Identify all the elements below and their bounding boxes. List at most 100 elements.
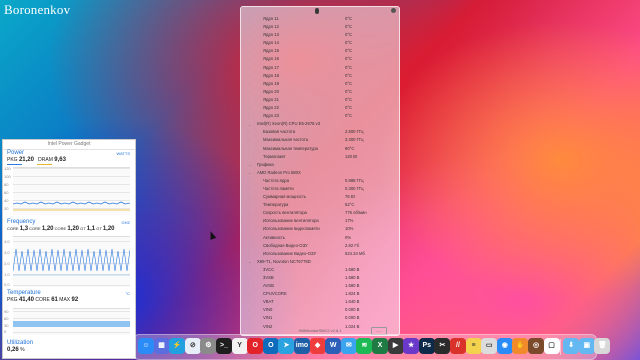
sensor-value: 0°C	[345, 80, 353, 86]
temperature-tick: 30	[4, 323, 9, 328]
any-desk-icon[interactable]: ◆	[309, 338, 326, 354]
wheel-app-icon[interactable]: ◎	[528, 338, 544, 354]
power-tick: 60	[4, 190, 9, 195]
power-tick: 80	[4, 182, 9, 187]
sensor-row[interactable]: · Ядро 14 0°C	[241, 39, 399, 47]
sensor-value: 1.680 В	[345, 275, 360, 280]
sensor-label: 3VCC	[263, 266, 275, 272]
sensor-row[interactable]: · Использование видеопамяти 10%	[241, 225, 399, 233]
sensor-row[interactable]: · Свободная Видео-ОЗУ 2.82 Гб	[241, 242, 399, 250]
finder-icon[interactable]: ☺	[138, 338, 154, 354]
trash-icon[interactable]: 🗑	[594, 338, 611, 354]
paw-app-icon[interactable]: ✋	[512, 338, 529, 354]
sensor-icon: ·	[248, 315, 250, 321]
intel-power-gadget-window[interactable]: Intel Power Gadget Power WATTS PKG 21,20…	[2, 139, 136, 359]
sensor-icon: ·	[248, 210, 250, 216]
parallels-icon[interactable]: //	[450, 338, 466, 354]
sensor-row[interactable]: · Частота памяти 0.300 ГГц	[241, 185, 399, 193]
sensor-value: 0.300 ГГц	[345, 185, 364, 191]
sensor-group-row[interactable]: ⌄ X99-T1, Nuvoton NCT6779D	[241, 258, 399, 266]
telegram-icon[interactable]: ➤	[278, 338, 295, 354]
terminal-icon[interactable]: >_	[216, 338, 232, 354]
sensor-value: 0.000 В	[345, 315, 360, 321]
sensor-icon: ·	[248, 291, 250, 297]
sensor-row[interactable]: · AVSB 1.680 В	[241, 282, 399, 290]
sensor-row[interactable]: · Ядро 22 0°C	[241, 104, 399, 112]
sensor-row[interactable]: · Ядро 19 0°C	[241, 80, 399, 88]
sensor-row[interactable]: · VIN1 0.000 В	[241, 314, 399, 322]
sensor-icon: ·	[248, 97, 250, 103]
system-monitor-icon[interactable]: ⚡	[169, 338, 186, 354]
settings-icon[interactable]: ⚙	[200, 338, 217, 354]
excel-icon[interactable]: X	[372, 338, 388, 354]
sensor-row[interactable]: · 3VSB 1.680 В	[241, 274, 399, 282]
calendar-icon[interactable]: ▢	[543, 338, 560, 354]
sensor-row[interactable]: · Ядро 20 0°C	[241, 88, 399, 96]
spotify-icon[interactable]: ≋	[356, 338, 373, 354]
sensor-row[interactable]: · 3VCC 1.680 В	[241, 266, 399, 274]
sensor-row[interactable]: · CPUVCORE 1.824 В	[241, 290, 399, 298]
launchpad-icon[interactable]: ▦	[153, 338, 170, 354]
finder-window-icon[interactable]: ▭	[481, 338, 498, 354]
activity-monitor-icon[interactable]: ◉	[496, 338, 513, 354]
sensor-group-row[interactable]: ⌄ Графика	[241, 161, 399, 169]
dock-separator	[560, 339, 562, 355]
sensor-row[interactable]: · VIN0 0.000 В	[241, 306, 399, 314]
imovie-icon[interactable]: ★	[403, 338, 420, 354]
notes-icon[interactable]: ≡	[465, 338, 482, 354]
imo-icon[interactable]: imo	[294, 338, 310, 354]
sensor-label: Ядро 15	[263, 48, 279, 54]
sensor-row[interactable]: · Ядро 11 0°C	[241, 15, 399, 23]
sensor-row[interactable]: · Ядро 13 0°C	[241, 31, 399, 39]
sensor-row[interactable]: · Ядро 15 0°C	[241, 47, 399, 55]
safari-icon[interactable]: ⊘	[184, 338, 201, 354]
sensor-row[interactable]: · Ядро 17 0°C	[241, 64, 399, 72]
sensor-group-row[interactable]: ⌄ AMD Radeon Pro 580X	[241, 169, 399, 177]
finalcut-icon[interactable]: ✂	[434, 338, 451, 354]
sensor-row[interactable]: · Термопакет 120 Вт	[241, 153, 399, 161]
opera-icon[interactable]: O	[247, 338, 264, 354]
downloads-folder-icon[interactable]: ⬇	[563, 338, 580, 354]
sensor-row[interactable]: · Скорость вентилятора 776 об/мин	[241, 209, 399, 217]
outlook-icon[interactable]: O	[262, 338, 279, 354]
sensor-icon: ·	[248, 178, 250, 184]
chevron-down-icon[interactable]: ⌄	[248, 170, 251, 175]
sensor-row[interactable]: · Максимальная частота 3.300 ГГц	[241, 136, 399, 144]
chevron-down-icon[interactable]: ⌄	[248, 259, 251, 264]
photoshop-icon[interactable]: Ps	[418, 338, 435, 354]
sensor-icon: ·	[248, 129, 250, 135]
sensor-row[interactable]: · Температура 52°C	[241, 201, 399, 209]
sensor-icon: ·	[248, 16, 250, 22]
sensor-row[interactable]: · Частота ядра 0.888 ГГц	[241, 177, 399, 185]
sensor-icon: ·	[248, 73, 250, 79]
sensor-row[interactable]: · Использование Видео-ОЗУ 624.34 Мб	[241, 250, 399, 258]
sensor-row[interactable]: · Ядро 23 0°C	[241, 112, 399, 120]
sensor-icon: ·	[248, 194, 250, 200]
temperature-chart: 90 60 30 0	[4, 308, 130, 335]
chevron-down-icon[interactable]: ⌄	[248, 162, 251, 167]
sensor-label: Максимальная температура	[263, 145, 318, 151]
word-icon[interactable]: W	[325, 338, 342, 354]
mail-icon[interactable]: ✉	[340, 338, 357, 354]
sensor-row[interactable]: · Суммарная мощность 76 Вт	[241, 193, 399, 201]
sensor-row[interactable]: · Активность 0%	[241, 234, 399, 242]
hwmonitor-window[interactable]: · Ядро 11 0°C · Ядро 12 0°C · Ядро 13 0°C · Ядро 1…	[240, 6, 400, 336]
sensor-label: Скорость вентилятора	[263, 210, 307, 216]
yandex-browser-icon[interactable]: Y	[231, 338, 248, 354]
sensor-row[interactable]: · Ядро 18 0°C	[241, 72, 399, 80]
chevron-down-icon[interactable]: ⌄	[248, 122, 251, 127]
sensor-row[interactable]: · Ядро 12 0°C	[241, 23, 399, 31]
dram-legend-line	[37, 164, 52, 165]
close-icon[interactable]	[391, 8, 396, 13]
sensor-icon: ·	[248, 24, 250, 30]
screenshots-folder-icon[interactable]: ▣	[578, 338, 595, 354]
sensor-row[interactable]: · Ядро 21 0°C	[241, 96, 399, 104]
gt-label: GT	[80, 226, 86, 231]
sensor-row[interactable]: · Ядро 16 0°C	[241, 55, 399, 63]
sensor-row[interactable]: · Базовая частота 2.500 ГГц	[241, 128, 399, 136]
sensor-row[interactable]: · VBAT 1.640 В	[241, 298, 399, 306]
sensor-row[interactable]: · Максимальная температура 90°C	[241, 145, 399, 153]
media-player-icon[interactable]: ▶	[387, 338, 404, 354]
sensor-group-row[interactable]: ⌄ Intel(R) Xeon(R) CPU E5-2678 v3	[241, 120, 399, 128]
sensor-row[interactable]: · Использование вентилятора 17%	[241, 217, 399, 225]
